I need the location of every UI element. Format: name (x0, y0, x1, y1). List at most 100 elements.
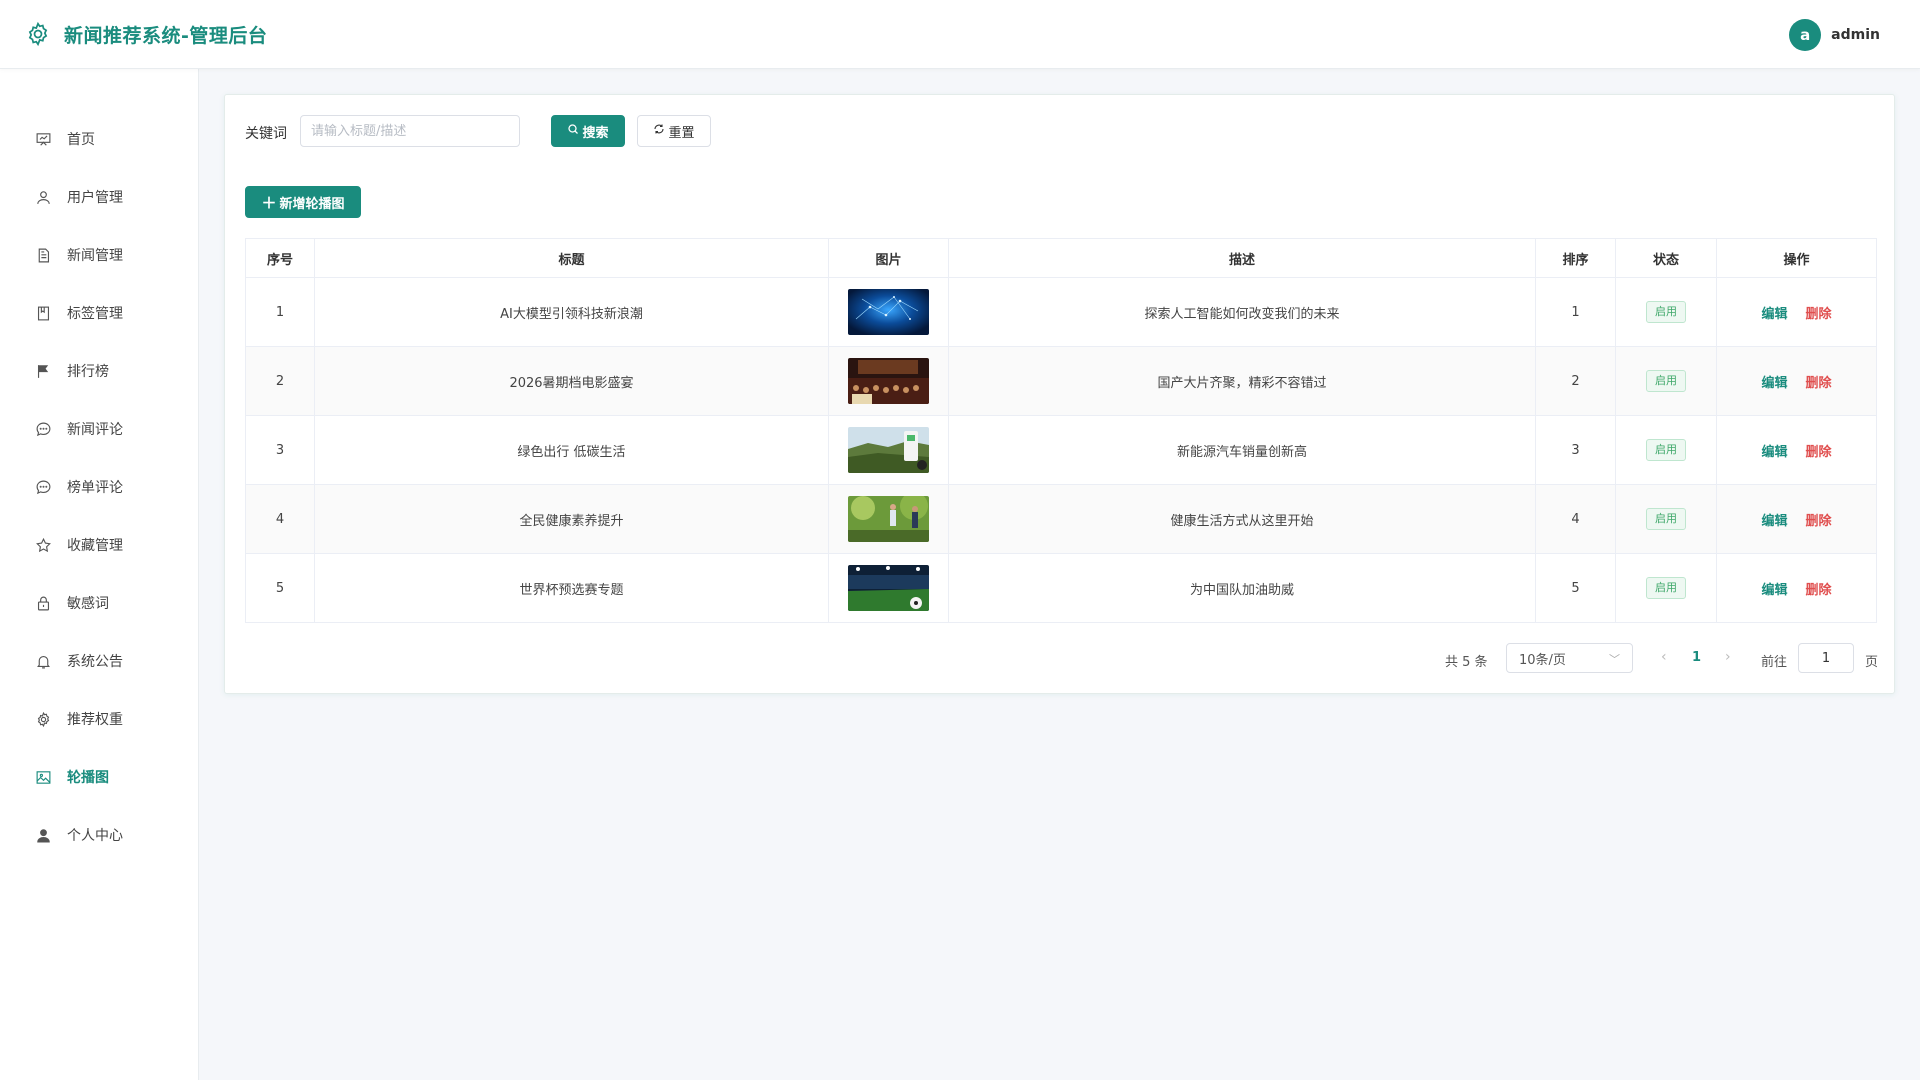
search-button[interactable]: 搜索 (551, 115, 625, 147)
ev-charging-image[interactable] (848, 427, 929, 473)
page-label: 页 (1865, 655, 1879, 670)
picture-icon (34, 768, 52, 786)
sidebar-item-news[interactable]: 新闻管理 (0, 232, 199, 278)
cell-index: 2 (245, 346, 315, 416)
sidebar-item-carousel[interactable]: 轮播图 (0, 754, 199, 800)
column-header-description: 描述 (948, 238, 1536, 278)
prev-page-button[interactable]: ‹ (1661, 649, 1667, 665)
cell-description: 探索人工智能如何改变我们的未来 (948, 277, 1536, 347)
table-row: 5 世界杯预选赛专题 为中国队加油助威 5 启用 编辑 删除 (245, 553, 1877, 623)
column-header-sort: 排序 (1535, 238, 1616, 278)
brand: 新闻推荐系统-管理后台 (25, 21, 267, 48)
sidebar-item-sensitive-words[interactable]: 敏感词 (0, 580, 199, 626)
sidebar-item-list-comments[interactable]: 榜单评论 (0, 464, 199, 510)
page-number-1[interactable]: 1 (1692, 650, 1701, 665)
username[interactable]: admin (1831, 27, 1880, 43)
sidebar-item-tags[interactable]: 标签管理 (0, 290, 199, 336)
sidebar-item-favorites[interactable]: 收藏管理 (0, 522, 199, 568)
keyword-label: 关键词 (245, 126, 287, 142)
cell-title: AI大模型引领科技新浪潮 (314, 277, 829, 347)
status-badge: 启用 (1646, 301, 1686, 323)
keyword-search-input[interactable] (300, 115, 520, 147)
table-row: 1 AI大模型引领科技新浪潮 探索人工智能如何改变我们的未来 1 启用 编辑 删除 (245, 277, 1877, 347)
add-carousel-button[interactable]: ＋ 新增轮播图 (245, 186, 361, 218)
sidebar-item-label: 排行榜 (67, 364, 109, 380)
table-row: 4 全民健康素养提升 健康生活方式从这里开始 4 启用 编辑 删除 (245, 484, 1877, 554)
sidebar-item-users[interactable]: 用户管理 (0, 174, 199, 220)
stadium-image[interactable] (848, 565, 929, 611)
sidebar-item-news-comments[interactable]: 新闻评论 (0, 406, 199, 452)
chevron-down-icon: ﹀ (1609, 653, 1620, 666)
delete-button[interactable]: 删除 (1806, 376, 1832, 391)
cell-title: 2026暑期档电影盛宴 (314, 346, 829, 416)
cell-title: 全民健康素养提升 (314, 484, 829, 554)
sidebar-item-home[interactable]: 首页 (0, 116, 199, 162)
document-icon (34, 246, 52, 264)
cell-index: 5 (245, 553, 315, 623)
delete-button[interactable]: 删除 (1806, 307, 1832, 322)
status-badge: 启用 (1646, 439, 1686, 461)
pagination: 共 5 条 10条/页 ﹀ ‹ 1 › 前往 页 (225, 643, 1894, 673)
gear-icon (28, 21, 48, 47)
chat-icon (34, 420, 52, 438)
next-page-button[interactable]: › (1725, 649, 1731, 665)
sidebar-item-label: 新闻评论 (67, 422, 123, 438)
sidebar-item-ranking[interactable]: 排行榜 (0, 348, 199, 394)
person-icon (34, 826, 52, 844)
sidebar-item-announcements[interactable]: 系统公告 (0, 638, 199, 684)
edit-button[interactable]: 编辑 (1761, 583, 1787, 598)
top-header: 新闻推荐系统-管理后台 a admin (0, 0, 1920, 69)
cell-description: 新能源汽车销量创新高 (948, 415, 1536, 485)
pagination-total: 共 5 条 (1445, 655, 1488, 670)
bell-icon (34, 652, 52, 670)
delete-button[interactable]: 删除 (1806, 583, 1832, 598)
edit-button[interactable]: 编辑 (1761, 307, 1787, 322)
search-icon (567, 123, 579, 139)
cinema-image[interactable] (848, 358, 929, 404)
cell-description: 为中国队加油助威 (948, 553, 1536, 623)
chat-icon (34, 478, 52, 496)
edit-button[interactable]: 编辑 (1761, 445, 1787, 460)
search-button-label: 搜索 (582, 125, 609, 141)
refresh-icon (653, 123, 665, 139)
sidebar-item-label: 轮播图 (67, 770, 109, 786)
sidebar-item-label: 标签管理 (67, 306, 123, 322)
cell-index: 1 (245, 277, 315, 347)
column-header-index: 序号 (245, 238, 315, 278)
cell-sort: 3 (1535, 415, 1616, 485)
cell-index: 3 (245, 415, 315, 485)
flag-icon (34, 362, 52, 380)
page-size-select[interactable]: 10条/页 ﹀ (1506, 643, 1633, 673)
goto-page-input[interactable] (1798, 643, 1854, 673)
cell-sort: 5 (1535, 553, 1616, 623)
presentation-icon (34, 130, 52, 148)
outdoor-fitness-image[interactable] (848, 496, 929, 542)
ai-network-image[interactable] (848, 289, 929, 335)
cell-title: 绿色出行 低碳生活 (314, 415, 829, 485)
gear-icon (34, 710, 52, 728)
sidebar-item-label: 用户管理 (67, 190, 123, 206)
status-badge: 启用 (1646, 508, 1686, 530)
table-row: 3 绿色出行 低碳生活 新能源汽车销量创新高 3 启用 编辑 删除 (245, 415, 1877, 485)
reset-button[interactable]: 重置 (637, 115, 711, 147)
column-header-actions: 操作 (1716, 238, 1877, 278)
sidebar-item-profile[interactable]: 个人中心 (0, 812, 199, 858)
edit-button[interactable]: 编辑 (1761, 376, 1787, 391)
sidebar-item-label: 榜单评论 (67, 480, 123, 496)
user-menu[interactable]: a admin (1789, 19, 1880, 51)
page-size-value: 10条/页 (1519, 652, 1566, 668)
edit-button[interactable]: 编辑 (1761, 514, 1787, 529)
delete-button[interactable]: 删除 (1806, 514, 1832, 529)
column-header-image: 图片 (828, 238, 949, 278)
delete-button[interactable]: 删除 (1806, 445, 1832, 460)
goto-label: 前往 (1761, 655, 1788, 670)
cell-title: 世界杯预选赛专题 (314, 553, 829, 623)
carousel-management-card: 关键词 搜索 重置 ＋ 新增轮播图 序号 标题 图片 描述 排序 状态 操作 (224, 94, 1895, 694)
table-header-row: 序号 标题 图片 描述 排序 状态 操作 (245, 238, 1877, 278)
sidebar-item-label: 新闻管理 (67, 248, 123, 264)
column-header-title: 标题 (314, 238, 829, 278)
sidebar-item-weights[interactable]: 推荐权重 (0, 696, 199, 742)
sidebar-item-label: 敏感词 (67, 596, 109, 612)
avatar[interactable]: a (1789, 19, 1822, 51)
app-title: 新闻推荐系统-管理后台 (64, 24, 268, 47)
